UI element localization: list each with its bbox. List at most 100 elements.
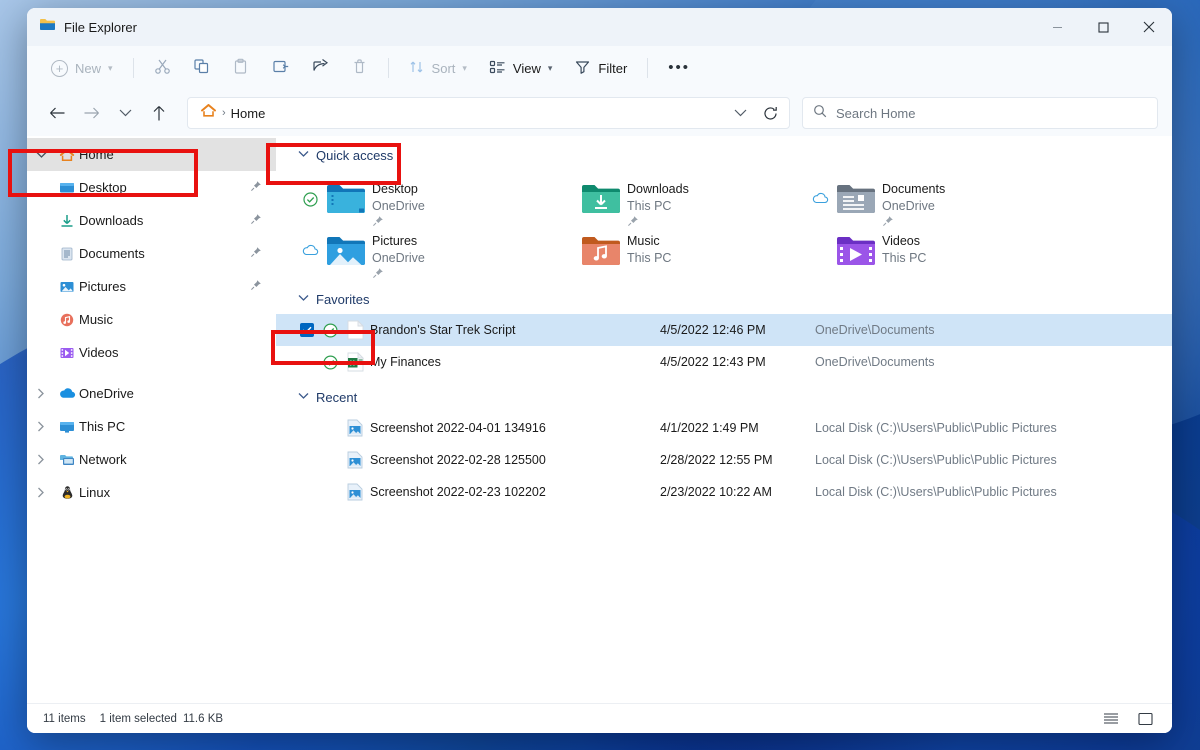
sidebar-item-network[interactable]: Network [27,443,276,476]
row-date: 2/28/2022 12:55 PM [660,453,773,467]
rename-button[interactable] [261,52,299,84]
network-icon [55,453,79,467]
recent-header[interactable]: Recent [276,382,1172,412]
cut-button[interactable] [144,52,181,84]
table-row[interactable]: X My Finances 4/5/2022 12:43 PM OneDrive… [276,346,1172,378]
quick-access-tile-pictures[interactable]: Pictures OneDrive [294,226,549,278]
large-icons-view-icon[interactable] [1134,709,1156,729]
details-view-icon[interactable] [1100,709,1122,729]
pin-icon[interactable] [250,279,262,294]
chevron-down-icon[interactable] [298,294,309,305]
sort-button[interactable]: Sort ▾ [399,52,477,84]
see-more-button[interactable]: ••• [658,52,700,84]
view-label: View [512,60,541,76]
chevron-down-icon[interactable] [298,392,309,403]
folder-documents-icon [835,178,877,215]
quick-access-tile-music[interactable]: Music This PC [549,226,804,278]
quick-access-tile-desktop[interactable]: Desktop OneDrive [294,174,549,226]
quick-access-tile-videos[interactable]: Videos This PC [804,226,1059,278]
pin-icon[interactable] [250,213,262,228]
home-icon [200,103,217,123]
chevron-right-icon[interactable] [27,454,55,465]
chevron-right-icon[interactable] [27,487,55,498]
chevron-down-icon[interactable] [27,151,55,159]
title-bar: File Explorer [27,8,1172,46]
tile-name: Music [627,234,660,248]
sidebar-item-linux[interactable]: Linux [27,476,276,509]
chevron-down-icon: ▾ [462,62,467,73]
sidebar-item-pictures[interactable]: Pictures [27,270,276,303]
desktop-icon [55,181,79,195]
search-box[interactable] [802,97,1158,129]
sync-status-synced-icon [320,354,340,370]
favorites-header[interactable]: Favorites [276,284,1172,314]
share-button[interactable] [301,52,339,84]
delete-button[interactable] [341,52,378,84]
back-button[interactable] [41,98,73,128]
image-file-icon [340,483,370,501]
sidebar-item-downloads[interactable]: Downloads [27,204,276,237]
sidebar-item-label: OneDrive [79,386,134,401]
view-icon [489,59,506,78]
pin-icon[interactable] [250,246,262,261]
table-row[interactable]: Brandon's Star Trek Script 4/5/2022 12:4… [276,314,1172,346]
breadcrumb[interactable]: › OneDrive Home [192,103,725,123]
sidebar-item-onedrive[interactable]: OneDrive [27,377,276,410]
view-button[interactable]: View ▾ [479,52,562,84]
minimize-button[interactable] [1034,8,1080,46]
up-button[interactable] [143,98,175,128]
address-dropdown-button[interactable] [725,99,755,127]
chevron-right-icon[interactable] [27,388,55,399]
table-row[interactable]: Screenshot 2022-02-28 125500 2/28/2022 1… [276,444,1172,476]
sync-status-synced-icon [300,178,320,207]
close-button[interactable] [1126,8,1172,46]
sidebar-item-videos[interactable]: Videos [27,336,276,369]
refresh-button[interactable] [755,99,785,127]
row-checkbox[interactable] [294,323,320,337]
breadcrumb-label: Home [230,105,266,121]
sidebar-item-documents[interactable]: Documents [27,237,276,270]
paste-button[interactable] [222,52,259,84]
navigation-bar: › OneDrive Home [27,90,1172,136]
view-toggles [1100,709,1156,729]
sidebar-item-home[interactable]: Home [27,138,276,171]
copy-button[interactable] [183,52,220,84]
word-doc-icon [340,320,370,340]
address-bar[interactable]: › OneDrive Home [187,97,790,129]
selection-size: 11.6 KB [182,712,224,725]
sidebar-item-desktop[interactable]: Desktop [27,171,276,204]
search-input[interactable] [836,105,1147,121]
sidebar-item-this-pc[interactable]: This PC [27,410,276,443]
filter-button[interactable]: Filter [564,52,637,84]
table-row[interactable]: Screenshot 2022-02-23 102202 2/23/2022 1… [276,476,1172,508]
quick-access-tiles: Desktop OneDrive Downloads This PC Docum… [276,170,1172,284]
forward-button[interactable] [75,98,107,128]
new-button[interactable]: + New ▾ [41,52,123,84]
quick-access-header[interactable]: Quick access [276,140,1172,170]
quick-access-tile-downloads[interactable]: Downloads This PC [549,174,804,226]
pictures-icon [55,280,79,294]
sidebar-item-label: Network [79,452,127,467]
sidebar-item-music[interactable]: Music [27,303,276,336]
quick-access-tile-documents[interactable]: Documents OneDrive [804,174,1059,226]
search-icon [813,104,827,123]
chevron-down-icon[interactable] [298,150,309,161]
row-file-name: My Finances [370,355,441,369]
recent-locations-button[interactable] [109,98,141,128]
table-row[interactable]: Screenshot 2022-04-01 134916 4/1/2022 1:… [276,412,1172,444]
pin-icon[interactable] [250,180,262,195]
chevron-down-icon: ▾ [547,62,553,73]
plus-icon: + [51,59,68,77]
sidebar-item-label: Pictures [79,279,126,294]
command-bar: + New ▾ Sort ▾ View ▾ Filter ••• [27,46,1172,90]
svg-text:X: X [350,361,355,368]
row-path: Local Disk (C:)\Users\Public\Public Pict… [815,453,1057,467]
maximize-button[interactable] [1080,8,1126,46]
navigation-pane: Home Desktop Downloads Documents Picture… [27,136,276,703]
music-icon [55,313,79,327]
favorites-title: Favorites [316,291,370,307]
sort-label: Sort [431,60,456,76]
chevron-right-icon[interactable] [27,421,55,432]
folder-videos-icon [835,230,877,267]
row-file-name: Screenshot 2022-02-28 125500 [370,453,546,467]
